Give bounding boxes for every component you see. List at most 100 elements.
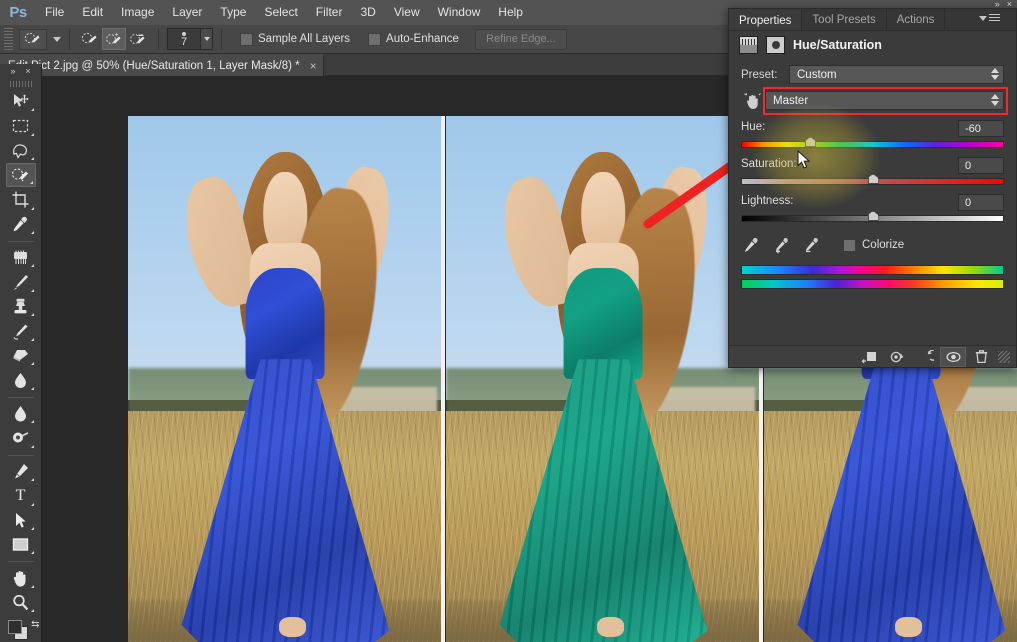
options-bar-grip[interactable] [4,28,13,50]
rectangular-marquee-tool[interactable] [6,114,36,137]
menu-filter[interactable]: Filter [307,0,352,25]
chevron-updown-icon[interactable] [991,68,999,80]
colorize-checkbox[interactable] [843,238,856,252]
path-selection-tool[interactable] [6,509,36,532]
menu-view[interactable]: View [385,0,429,25]
auto-enhance-label: Auto-Enhance [386,33,459,45]
eyedropper-tool[interactable] [6,213,36,236]
toggle-layer-visibility-icon[interactable] [940,346,966,367]
preset-value: Custom [797,68,837,81]
type-tool[interactable]: T [6,484,36,507]
collapse-icon[interactable]: » [995,0,1000,9]
view-previous-state-icon[interactable] [884,347,910,367]
original-blue-dress-image[interactable] [128,116,443,642]
preset-dropdown[interactable]: Custom [789,65,1004,84]
auto-enhance-checkbox[interactable] [368,32,382,46]
tab-actions[interactable]: Actions [887,9,946,30]
photoshop-logo: Ps [9,4,27,21]
foreground-color-swatch[interactable] [7,620,22,635]
on-image-adjustment-hand-icon[interactable] [741,92,765,109]
add-to-selection-button[interactable]: + [102,28,126,50]
document-tab[interactable]: Edit Pict 2.jpg @ 50% (Hue/Saturation 1,… [0,54,324,76]
zoom-tool[interactable] [6,591,36,614]
panel-menu-icon[interactable] [979,14,1000,22]
brush-size-dropdown-arrow[interactable] [201,28,213,50]
eraser-tool[interactable] [6,344,36,367]
saturation-value-field[interactable]: 0 [958,157,1004,174]
eyedropper-add-icon[interactable] [771,235,791,255]
panel-resize-grip[interactable] [998,350,1010,363]
rectangle-tool[interactable] [6,533,36,556]
brush-tool[interactable] [6,270,36,293]
menu-layer[interactable]: Layer [163,0,211,25]
layer-mask-thumbnail-icon[interactable] [766,36,785,54]
clone-stamp-tool[interactable] [6,295,36,318]
dress-folds [499,359,708,642]
edited-teal-dress-image[interactable] [446,116,761,642]
delete-adjustment-layer-icon[interactable] [968,347,994,367]
feet [895,616,923,637]
panel-title: Hue/Saturation [793,38,882,52]
close-icon[interactable]: × [1007,0,1012,9]
menu-help[interactable]: Help [489,0,532,25]
menu-image[interactable]: Image [112,0,163,25]
eyedropper-subtract-icon[interactable] [801,235,821,255]
menu-file[interactable]: File [36,0,73,25]
sample-all-layers-checkbox[interactable] [240,32,253,46]
move-tool[interactable] [6,90,36,113]
tab-tool-presets[interactable]: Tool Presets [802,9,887,30]
pen-tool[interactable] [6,460,36,483]
quick-selection-tool[interactable] [5,163,36,188]
menu-edit[interactable]: Edit [73,0,112,25]
properties-panel: » × Properties Tool Presets Actions Hue/… [728,0,1017,368]
lightness-slider-handle[interactable] [867,211,879,221]
menu-window[interactable]: Window [429,0,490,25]
hue-control: Hue: -60 [741,120,1004,148]
close-icon[interactable]: × [310,60,317,72]
saturation-slider-track[interactable] [741,174,1004,185]
dodge-tool[interactable] [6,426,36,449]
crop-tool[interactable] [6,188,36,211]
hue-slider-track[interactable] [741,137,1004,148]
menu-type[interactable]: Type [211,0,255,25]
preset-row: Preset: Custom [741,65,1004,84]
menu-select[interactable]: Select [255,0,306,25]
panel-footer-toolbar [729,345,1016,367]
hue-value-field[interactable]: -60 [958,120,1004,137]
close-icon[interactable]: × [25,66,30,76]
swap-colors-icon[interactable]: ⇆ [31,619,39,630]
hue-slider-handle[interactable] [804,137,816,147]
tool-preset-dropdown-arrow[interactable] [53,36,61,42]
lightness-slider-track[interactable] [741,211,1004,222]
lasso-tool[interactable] [6,139,36,162]
subtract-from-selection-button[interactable] [126,28,150,50]
gradient-tool[interactable] [6,368,36,391]
document-tab-title: Edit Pict 2.jpg @ 50% (Hue/Saturation 1,… [8,60,300,72]
clip-to-layer-icon[interactable] [856,347,882,367]
tools-panel-grip[interactable] [9,80,32,87]
sample-all-layers-option[interactable]: Sample All Layers [240,32,350,46]
blur-tool[interactable] [6,402,36,425]
brush-size-field[interactable]: 7 [167,28,201,50]
chevron-updown-icon[interactable] [991,94,999,106]
menu-3d[interactable]: 3D [351,0,384,25]
history-brush-tool[interactable] [6,319,36,342]
channel-dropdown[interactable]: Master [765,91,1004,110]
tools-divider-3 [7,454,34,456]
new-selection-button[interactable] [78,28,102,50]
reset-adjustment-icon[interactable] [912,347,938,367]
spot-healing-brush-tool[interactable] [6,246,36,269]
input-color-spectrum-bar [741,265,1004,275]
hand-tool[interactable] [6,566,36,589]
colorize-option[interactable]: Colorize [843,238,905,252]
quick-selection-tool-preset-icon[interactable] [19,28,47,50]
eyedropper-sample-icon[interactable] [741,235,761,255]
collapse-icon[interactable]: » [10,66,15,76]
tab-properties[interactable]: Properties [729,9,803,30]
colorize-label: Colorize [862,239,905,251]
color-swatches[interactable]: ⇆ [6,619,40,642]
lightness-value-field[interactable]: 0 [958,194,1004,211]
auto-enhance-option[interactable]: Auto-Enhance [368,32,459,46]
refine-edge-button[interactable]: Refine Edge... [474,28,567,50]
saturation-slider-handle[interactable] [867,174,879,184]
